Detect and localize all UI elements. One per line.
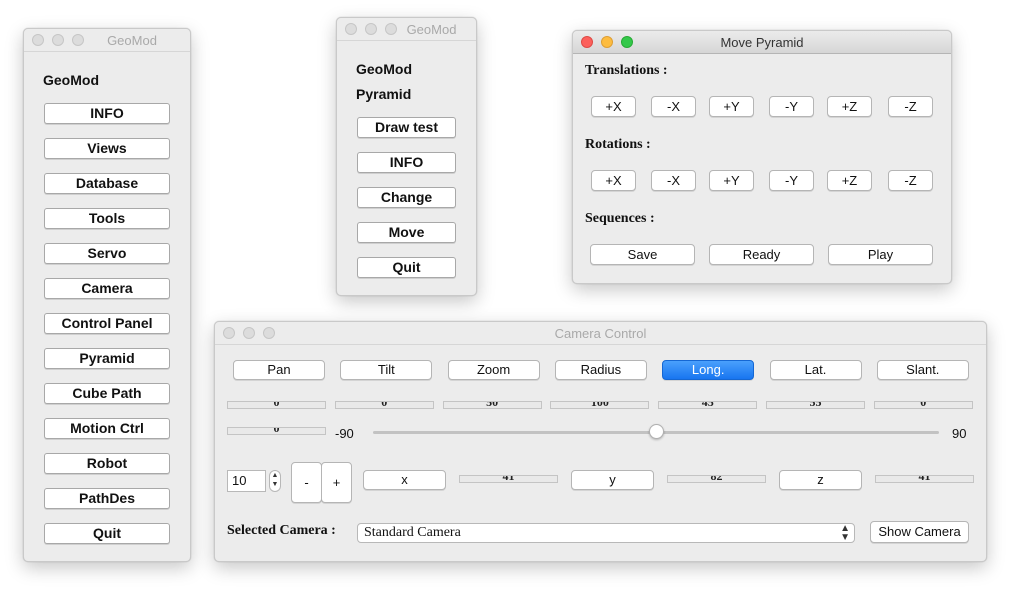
mode-zoom-button[interactable]: Zoom bbox=[447, 360, 540, 380]
object-heading: Pyramid bbox=[356, 86, 412, 102]
mode-tilt-button[interactable]: Tilt bbox=[340, 360, 433, 380]
minus-button[interactable]: - bbox=[291, 462, 322, 503]
quit-button[interactable]: Quit bbox=[357, 257, 456, 278]
camera-button[interactable]: Camera bbox=[44, 278, 170, 299]
views-button[interactable]: Views bbox=[44, 138, 170, 159]
mode-value-text: 0 bbox=[273, 401, 280, 409]
move-button[interactable]: Move bbox=[357, 222, 456, 243]
app-heading: GeoMod bbox=[356, 61, 412, 77]
rotate-plusminus-z-button[interactable]: +Z bbox=[827, 170, 872, 191]
current-value-gauge: 0 bbox=[227, 427, 326, 435]
info-button[interactable]: INFO bbox=[357, 152, 456, 173]
y-button[interactable]: y bbox=[571, 470, 654, 490]
plus-button[interactable]: + bbox=[321, 462, 352, 503]
mode-value-text: 45 bbox=[701, 401, 714, 409]
mode-tilt-value-gauge: 0 bbox=[334, 401, 434, 409]
quit-button[interactable]: Quit bbox=[44, 523, 170, 544]
current-value-text: 0 bbox=[273, 427, 280, 435]
slider-thumb[interactable] bbox=[648, 424, 664, 439]
rotations-label: Rotations : bbox=[585, 137, 651, 152]
change-button[interactable]: Change bbox=[357, 187, 456, 208]
stepper-down-icon[interactable]: ▼ bbox=[270, 480, 280, 489]
mode-long-value-gauge: 45 bbox=[658, 401, 758, 409]
mode-lat-button[interactable]: Lat. bbox=[769, 360, 862, 380]
translate-minus-x-button[interactable]: -X bbox=[651, 96, 696, 117]
z-value-text: 41 bbox=[918, 475, 931, 483]
motion-ctrl-button[interactable]: Motion Ctrl bbox=[44, 418, 170, 439]
servo-button[interactable]: Servo bbox=[44, 243, 170, 264]
title-bar[interactable]: GeoMod bbox=[337, 18, 476, 41]
rotate-minus-z-button[interactable]: -Z bbox=[888, 170, 933, 191]
x-value-gauge: 41 bbox=[459, 475, 558, 483]
mode-value-text: 100 bbox=[590, 401, 609, 409]
window-title: Camera Control bbox=[554, 326, 647, 341]
x-value-text: 41 bbox=[502, 475, 515, 483]
rotate-minus-x-button[interactable]: -X bbox=[651, 170, 696, 191]
save-sequence-button[interactable]: Save bbox=[590, 244, 695, 265]
title-bar[interactable]: GeoMod bbox=[24, 29, 190, 52]
select-arrows-icon: ▲ ▼ bbox=[840, 523, 850, 543]
mode-zoom-value-gauge: 50 bbox=[442, 401, 542, 409]
mode-value-text: 55 bbox=[809, 401, 822, 409]
mode-pan-value-gauge: 0 bbox=[227, 401, 326, 409]
title-bar[interactable]: Move Pyramid bbox=[573, 31, 951, 54]
ready-sequence-button[interactable]: Ready bbox=[709, 244, 814, 265]
database-button[interactable]: Database bbox=[44, 173, 170, 194]
translate-plusminus-x-button[interactable]: +X bbox=[591, 96, 636, 117]
mode-pan-button[interactable]: Pan bbox=[233, 360, 325, 380]
mode-radius-value-gauge: 100 bbox=[550, 401, 650, 409]
show-camera-button[interactable]: Show Camera bbox=[870, 521, 969, 543]
mode-value-text: 0 bbox=[381, 401, 388, 409]
rotate-minus-y-button[interactable]: -Y bbox=[769, 170, 814, 191]
translate-plusminus-y-button[interactable]: +Y bbox=[709, 96, 754, 117]
pathdes-button[interactable]: PathDes bbox=[44, 488, 170, 509]
tools-button[interactable]: Tools bbox=[44, 208, 170, 229]
cube-path-button[interactable]: Cube Path bbox=[44, 383, 170, 404]
draw-test-button[interactable]: Draw test bbox=[357, 117, 456, 138]
selected-camera-label: Selected Camera : bbox=[227, 523, 336, 538]
step-value-field[interactable]: 10 bbox=[227, 470, 266, 492]
app-heading: GeoMod bbox=[43, 72, 99, 88]
mode-long-button[interactable]: Long. bbox=[662, 360, 755, 380]
mode-value-text: 0 bbox=[920, 401, 927, 409]
translate-plusminus-z-button[interactable]: +Z bbox=[827, 96, 872, 117]
window-title: GeoMod bbox=[107, 33, 157, 48]
control-panel-button[interactable]: Control Panel bbox=[44, 313, 170, 334]
x-button[interactable]: x bbox=[363, 470, 446, 490]
sequences-label: Sequences : bbox=[585, 211, 655, 226]
mode-value-text: 50 bbox=[486, 401, 499, 409]
z-value-gauge: 41 bbox=[875, 475, 974, 483]
camera-select[interactable]: Standard Camera ▲ ▼ bbox=[357, 523, 855, 543]
pyramid-button[interactable]: Pyramid bbox=[44, 348, 170, 369]
title-bar[interactable]: Camera Control bbox=[215, 322, 986, 345]
translate-minus-y-button[interactable]: -Y bbox=[769, 96, 814, 117]
mode-slant-button[interactable]: Slant. bbox=[876, 360, 969, 380]
info-button[interactable]: INFO bbox=[44, 103, 170, 124]
window-title: Move Pyramid bbox=[720, 35, 804, 50]
y-value-gauge: 82 bbox=[667, 475, 766, 483]
geomod-main-window: GeoMod GeoMod INFO Views Database Tools Serv… bbox=[23, 28, 191, 562]
step-stepper[interactable]: ▲ ▼ bbox=[269, 470, 281, 492]
play-sequence-button[interactable]: Play bbox=[828, 244, 933, 265]
window-title: GeoMod bbox=[406, 22, 457, 37]
translate-minus-z-button[interactable]: -Z bbox=[888, 96, 933, 117]
slider-min-label: -90 bbox=[335, 426, 354, 441]
slider-max-label: 90 bbox=[952, 426, 967, 441]
y-value-text: 82 bbox=[710, 475, 723, 483]
rotate-plusminus-x-button[interactable]: +X bbox=[591, 170, 636, 191]
mode-radius-button[interactable]: Radius bbox=[554, 360, 647, 380]
mode-slant-value-gauge: 0 bbox=[873, 401, 973, 409]
rotate-plusminus-y-button[interactable]: +Y bbox=[709, 170, 754, 191]
translations-label: Translations : bbox=[585, 63, 668, 78]
mode-lat-value-gauge: 55 bbox=[766, 401, 865, 409]
stepper-up-icon[interactable]: ▲ bbox=[270, 471, 280, 480]
camera-select-value: Standard Camera bbox=[364, 525, 461, 540]
z-button[interactable]: z bbox=[779, 470, 862, 490]
camera-control-window: Camera Control Pan Tilt Zoom Radius Long. Lat… bbox=[214, 321, 987, 562]
robot-button[interactable]: Robot bbox=[44, 453, 170, 474]
geomod-pyramid-window: GeoMod GeoMod Pyramid Draw test INFO Chang… bbox=[336, 17, 477, 296]
move-pyramid-window: Move Pyramid Translations : Rotations : … bbox=[572, 30, 952, 284]
